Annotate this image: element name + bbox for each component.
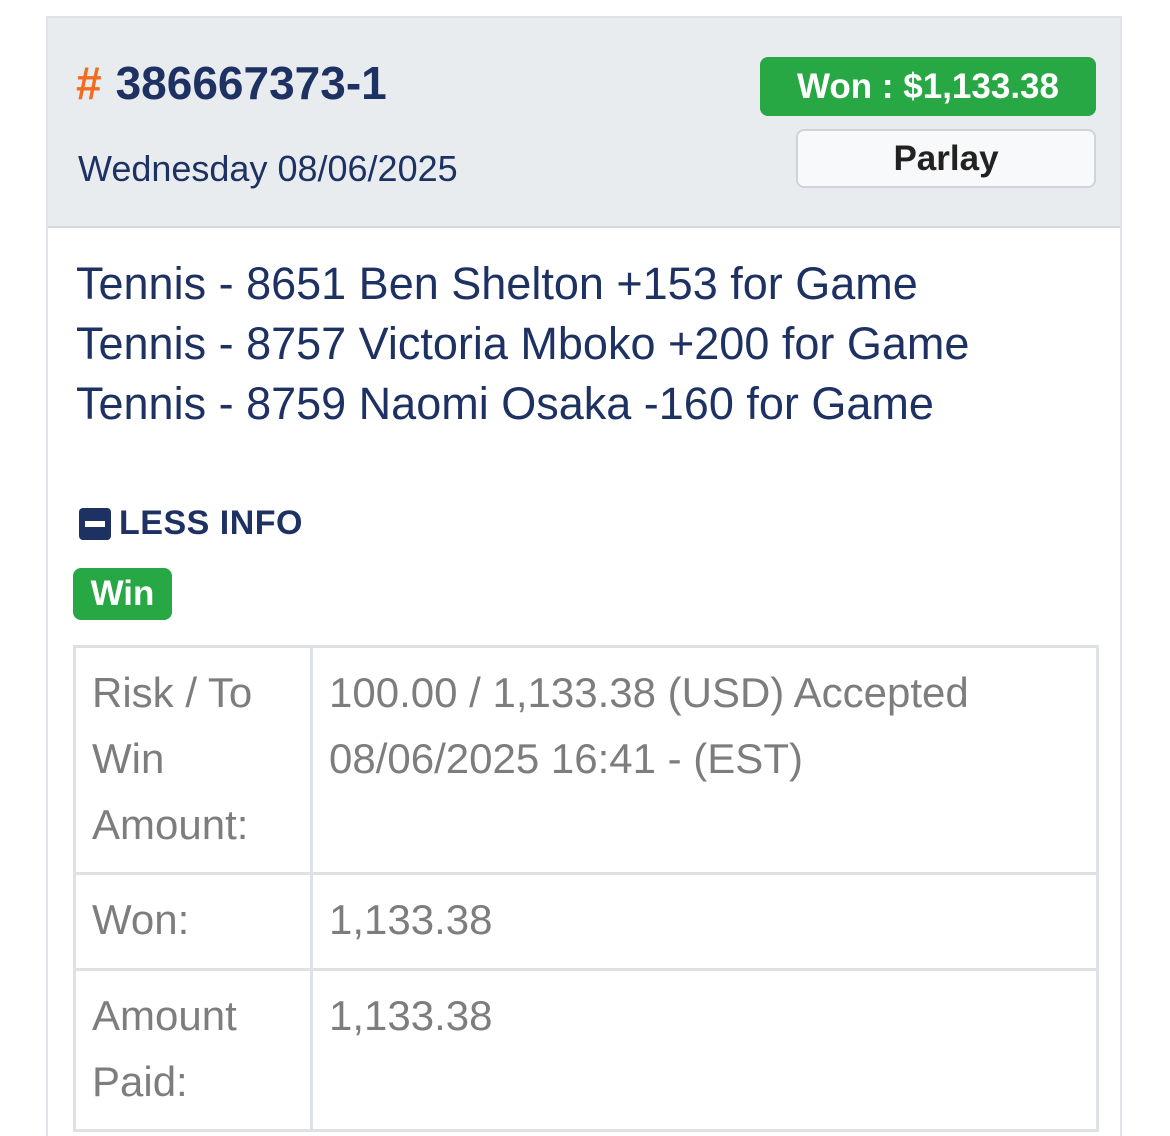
bet-ticket-card: #386667373-1 Wednesday 08/06/2025 Won : … [46, 16, 1122, 1136]
risk-value: 100.00 / 1,133.38 (USD) Accepted 08/06/2… [310, 645, 1099, 875]
amount-paid-label: Amount Paid: [73, 968, 313, 1132]
selection-item: Tennis - 8759 Naomi Osaka -160 for Game [76, 378, 934, 429]
won-label: Won: [73, 872, 313, 971]
less-info-label: LESS INFO [119, 504, 303, 542]
risk-label: Risk / To Win Amount: [73, 645, 313, 875]
ticket-date: Wednesday 08/06/2025 [78, 148, 458, 189]
ticket-number: #386667373-1 [76, 56, 387, 110]
bet-details-table: Risk / To Win Amount: 100.00 / 1,133.38 … [73, 645, 1099, 1132]
result-badge: Win [73, 568, 172, 620]
selection-item: Tennis - 8757 Victoria Mboko +200 for Ga… [76, 318, 970, 369]
bet-type-badge: Parlay [796, 129, 1096, 188]
selection-list: Tennis - 8651 Ben Shelton +153 for Game … [76, 254, 969, 434]
less-info-toggle[interactable]: LESS INFO [79, 504, 303, 543]
table-row: Risk / To Win Amount: 100.00 / 1,133.38 … [73, 645, 1099, 875]
table-row: Amount Paid: 1,133.38 [73, 968, 1099, 1132]
ticket-id: 386667373-1 [115, 57, 387, 109]
table-row: Won: 1,133.38 [73, 872, 1099, 971]
selection-item: Tennis - 8651 Ben Shelton +153 for Game [76, 258, 918, 309]
won-value: 1,133.38 [310, 872, 1099, 971]
minus-square-icon [79, 507, 111, 540]
won-amount-badge: Won : $1,133.38 [760, 57, 1096, 116]
ticket-header: #386667373-1 Wednesday 08/06/2025 Won : … [48, 18, 1120, 228]
amount-paid-value: 1,133.38 [310, 968, 1099, 1132]
hash-icon: # [76, 57, 102, 109]
